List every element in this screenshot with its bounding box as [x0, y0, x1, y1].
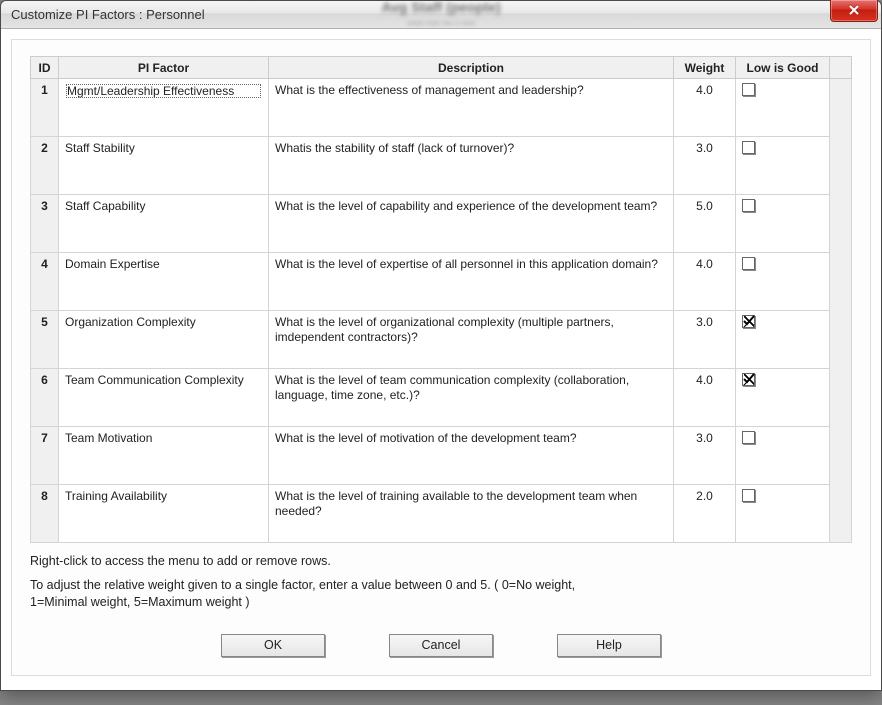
description-cell[interactable]: What is the level of organizational comp…: [269, 311, 674, 369]
hint-weight-range: To adjust the relative weight given to a…: [30, 577, 600, 612]
ok-button[interactable]: OK: [221, 634, 325, 657]
header-id[interactable]: ID: [31, 57, 59, 79]
hint-text: Right-click to access the menu to add or…: [30, 553, 852, 612]
checkbox-icon[interactable]: [742, 83, 755, 96]
checkbox-icon[interactable]: [742, 489, 755, 502]
low-is-good-cell[interactable]: [736, 369, 830, 427]
factor-cell[interactable]: Staff Capability: [59, 195, 269, 253]
weight-cell[interactable]: 4.0: [674, 369, 736, 427]
row-id[interactable]: 8: [31, 485, 59, 543]
checkbox-icon[interactable]: [742, 199, 755, 212]
factor-cell[interactable]: Domain Expertise: [59, 253, 269, 311]
factor-cell[interactable]: Team Communication Complexity: [59, 369, 269, 427]
content-frame: ID PI Factor Description Weight Low is G…: [11, 39, 871, 676]
low-is-good-cell[interactable]: [736, 253, 830, 311]
help-button[interactable]: Help: [557, 634, 661, 657]
factor-label: Mgmt/Leadership Effectiveness: [65, 83, 262, 99]
factor-cell[interactable]: Training Availability: [59, 485, 269, 543]
weight-cell[interactable]: 3.0: [674, 427, 736, 485]
row-id[interactable]: 5: [31, 311, 59, 369]
weight-cell[interactable]: 2.0: [674, 485, 736, 543]
checkbox-icon[interactable]: [742, 315, 755, 328]
close-icon: [848, 4, 860, 18]
header-padding: [830, 57, 852, 79]
description-cell[interactable]: What is the level of team communication …: [269, 369, 674, 427]
header-weight[interactable]: Weight: [674, 57, 736, 79]
low-is-good-cell[interactable]: [736, 311, 830, 369]
low-is-good-cell[interactable]: [736, 79, 830, 137]
row-id[interactable]: 7: [31, 427, 59, 485]
hint-right-click: Right-click to access the menu to add or…: [30, 553, 852, 571]
row-id[interactable]: 3: [31, 195, 59, 253]
close-button[interactable]: [830, 0, 878, 22]
row-id[interactable]: 6: [31, 369, 59, 427]
weight-cell[interactable]: 4.0: [674, 79, 736, 137]
header-low-is-good[interactable]: Low is Good: [736, 57, 830, 79]
weight-cell[interactable]: 3.0: [674, 311, 736, 369]
table-header-row: ID PI Factor Description Weight Low is G…: [31, 57, 852, 79]
description-cell[interactable]: What is the level of expertise of all pe…: [269, 253, 674, 311]
low-is-good-cell[interactable]: [736, 427, 830, 485]
table-row[interactable]: 6Team Communication ComplexityWhat is th…: [31, 369, 852, 427]
table-row[interactable]: 5Organization ComplexityWhat is the leve…: [31, 311, 852, 369]
weight-cell[interactable]: 3.0: [674, 137, 736, 195]
table-row[interactable]: 4Domain ExpertiseWhat is the level of ex…: [31, 253, 852, 311]
table-row[interactable]: 7Team MotivationWhat is the level of mot…: [31, 427, 852, 485]
background-blurred-text: Avg Staff (people) ----- ---- --- - ----: [381, 0, 500, 29]
table-row[interactable]: 3Staff CapabilityWhat is the level of ca…: [31, 195, 852, 253]
table-row[interactable]: 1 Mgmt/Leadership Effectiveness What is th…: [31, 79, 852, 137]
checkbox-icon[interactable]: [742, 141, 755, 154]
low-is-good-cell[interactable]: [736, 195, 830, 253]
description-cell[interactable]: Whatis the stability of staff (lack of t…: [269, 137, 674, 195]
dialog-window: Customize PI Factors : Personnel Avg Sta…: [0, 0, 882, 691]
low-is-good-cell[interactable]: [736, 485, 830, 543]
row-id[interactable]: 2: [31, 137, 59, 195]
table-row[interactable]: 2Staff StabilityWhatis the stability of …: [31, 137, 852, 195]
description-cell[interactable]: What is the level of capability and expe…: [269, 195, 674, 253]
checkbox-icon[interactable]: [742, 257, 755, 270]
header-factor[interactable]: PI Factor: [59, 57, 269, 79]
description-cell[interactable]: What is the effectiveness of management …: [269, 79, 674, 137]
dialog-title: Customize PI Factors : Personnel: [1, 7, 205, 22]
weight-cell[interactable]: 5.0: [674, 195, 736, 253]
checkbox-icon[interactable]: [742, 373, 755, 386]
scrollbar-gutter: [830, 79, 852, 543]
description-cell[interactable]: What is the level of training available …: [269, 485, 674, 543]
weight-cell[interactable]: 4.0: [674, 253, 736, 311]
checkbox-icon[interactable]: [742, 431, 755, 444]
factor-cell[interactable]: Mgmt/Leadership Effectiveness: [59, 79, 269, 137]
table-row[interactable]: 8Training AvailabilityWhat is the level …: [31, 485, 852, 543]
factor-cell[interactable]: Team Motivation: [59, 427, 269, 485]
description-cell[interactable]: What is the level of motivation of the d…: [269, 427, 674, 485]
row-id[interactable]: 1: [31, 79, 59, 137]
factor-cell[interactable]: Staff Stability: [59, 137, 269, 195]
header-description[interactable]: Description: [269, 57, 674, 79]
cancel-button[interactable]: Cancel: [389, 634, 493, 657]
factor-cell[interactable]: Organization Complexity: [59, 311, 269, 369]
titlebar[interactable]: Customize PI Factors : Personnel Avg Sta…: [1, 1, 881, 29]
pi-factors-table[interactable]: ID PI Factor Description Weight Low is G…: [30, 56, 852, 543]
low-is-good-cell[interactable]: [736, 137, 830, 195]
button-row: OK Cancel Help: [30, 634, 852, 657]
dialog-body: ID PI Factor Description Weight Low is G…: [1, 29, 881, 690]
row-id[interactable]: 4: [31, 253, 59, 311]
